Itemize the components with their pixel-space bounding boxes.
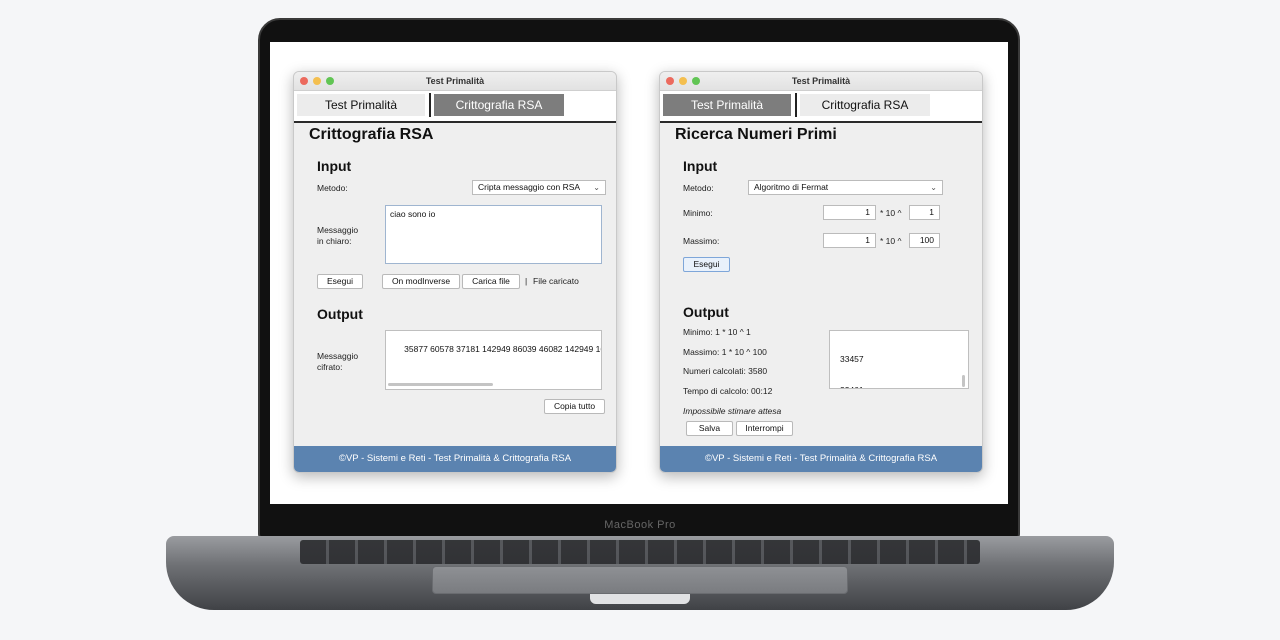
traffic-lights xyxy=(666,77,700,85)
output-heading: Output xyxy=(317,306,363,322)
stat-max: Massimo: 1 * 10 ^ 100 xyxy=(683,347,767,357)
stop-button[interactable]: Interrompi xyxy=(736,421,793,436)
method-select[interactable]: Algoritmo di Fermat ⌄ xyxy=(748,180,943,195)
min-times-ten: * 10 ^ xyxy=(880,208,902,218)
laptop-trackpad xyxy=(432,566,848,594)
max-times-ten: * 10 ^ xyxy=(880,236,902,246)
tab-separator xyxy=(795,93,797,117)
file-separator: | xyxy=(525,276,528,286)
message-label-line1: Messaggio xyxy=(317,225,359,235)
tab-test-primalita[interactable]: Test Primalità xyxy=(297,94,425,116)
stat-estimate: Impossibile stimare attesa xyxy=(683,406,782,416)
message-label-line2: in chiaro: xyxy=(317,236,352,246)
min-exponent-input[interactable]: 1 xyxy=(909,205,940,220)
max-label: Massimo: xyxy=(683,236,720,246)
method-select-value: Algoritmo di Fermat xyxy=(754,182,829,192)
method-label: Metodo: xyxy=(683,183,714,193)
save-button[interactable]: Salva xyxy=(686,421,733,436)
max-base-input[interactable]: 1 xyxy=(823,233,876,248)
page-title: Ricerca Numeri Primi xyxy=(675,126,837,143)
horizontal-scrollbar[interactable] xyxy=(388,383,493,386)
stat-min: Minimo: 1 * 10 ^ 1 xyxy=(683,327,751,337)
min-label: Minimo: xyxy=(683,208,713,218)
message-textarea[interactable]: ciao sono io xyxy=(385,205,602,264)
message-label: Messaggio in chiaro: xyxy=(317,225,358,247)
copy-all-button[interactable]: Copia tutto xyxy=(544,399,605,414)
rsa-content: Crittografia RSA Input Metodo: Cripta me… xyxy=(294,123,616,444)
zoom-button[interactable] xyxy=(326,77,334,85)
modinverse-button[interactable]: On modInverse xyxy=(382,274,460,289)
footer-bar: ©VP - Sistemi e Reti - Test Primalità & … xyxy=(660,446,982,472)
stat-count: Numeri calcolati: 3580 xyxy=(683,366,768,376)
laptop-brand: MacBook Pro xyxy=(604,519,676,531)
window-title: Test Primalità xyxy=(425,76,485,86)
window-title: Test Primalità xyxy=(791,76,851,86)
chevron-down-icon: ⌄ xyxy=(593,183,600,192)
load-file-button[interactable]: Carica file xyxy=(462,274,520,289)
primes-list[interactable]: 33457 33461 33469 33479 xyxy=(829,330,969,389)
cipher-output[interactable]: 35877 60578 37181 142949 86039 46082 142… xyxy=(385,330,602,390)
run-button[interactable]: Esegui xyxy=(683,257,730,272)
list-item: 33457 xyxy=(840,354,864,364)
minimize-button[interactable] xyxy=(679,77,687,85)
tab-crittografia-rsa[interactable]: Crittografia RSA xyxy=(434,94,564,116)
page-title: Crittografia RSA xyxy=(309,126,434,143)
tab-separator xyxy=(429,93,431,117)
cipher-label-line2: cifrato: xyxy=(317,362,343,372)
footer-bar: ©VP - Sistemi e Reti - Test Primalità & … xyxy=(294,446,616,472)
traffic-lights xyxy=(300,77,334,85)
window-titlebar[interactable]: Test Primalità xyxy=(294,72,616,91)
method-select-value: Cripta messaggio con RSA xyxy=(478,182,581,192)
cipher-label: Messaggio cifrato: xyxy=(317,351,358,373)
laptop-keyboard xyxy=(300,540,980,564)
close-button[interactable] xyxy=(666,77,674,85)
tab-bar: Test Primalità Crittografia RSA xyxy=(660,91,982,123)
close-button[interactable] xyxy=(300,77,308,85)
tab-crittografia-rsa[interactable]: Crittografia RSA xyxy=(800,94,930,116)
laptop-notch xyxy=(590,594,690,604)
max-exponent-input[interactable]: 100 xyxy=(909,233,940,248)
method-label: Metodo: xyxy=(317,183,348,193)
chevron-down-icon: ⌄ xyxy=(930,183,937,192)
primes-window: Test Primalità Test Primalità Crittograf… xyxy=(659,71,983,473)
list-item: 33461 xyxy=(840,385,958,388)
cipher-output-text: 35877 60578 37181 142949 86039 46082 142… xyxy=(404,344,601,354)
file-status: File caricato xyxy=(533,276,579,286)
vertical-scrollbar[interactable] xyxy=(962,375,965,387)
primes-content: Ricerca Numeri Primi Input Metodo: Algor… xyxy=(660,123,982,444)
input-heading: Input xyxy=(683,158,718,174)
output-heading: Output xyxy=(683,304,729,320)
min-base-input[interactable]: 1 xyxy=(823,205,876,220)
tab-bar: Test Primalità Crittografia RSA xyxy=(294,91,616,123)
tab-test-primalita[interactable]: Test Primalità xyxy=(663,94,791,116)
window-titlebar[interactable]: Test Primalità xyxy=(660,72,982,91)
run-button[interactable]: Esegui xyxy=(317,274,363,289)
cipher-label-line1: Messaggio xyxy=(317,351,359,361)
input-heading: Input xyxy=(317,158,352,174)
method-select[interactable]: Cripta messaggio con RSA ⌄ xyxy=(472,180,606,195)
minimize-button[interactable] xyxy=(313,77,321,85)
rsa-window: Test Primalità Test Primalità Crittograf… xyxy=(293,71,617,473)
zoom-button[interactable] xyxy=(692,77,700,85)
stat-time: Tempo di calcolo: 00:12 xyxy=(683,386,773,396)
